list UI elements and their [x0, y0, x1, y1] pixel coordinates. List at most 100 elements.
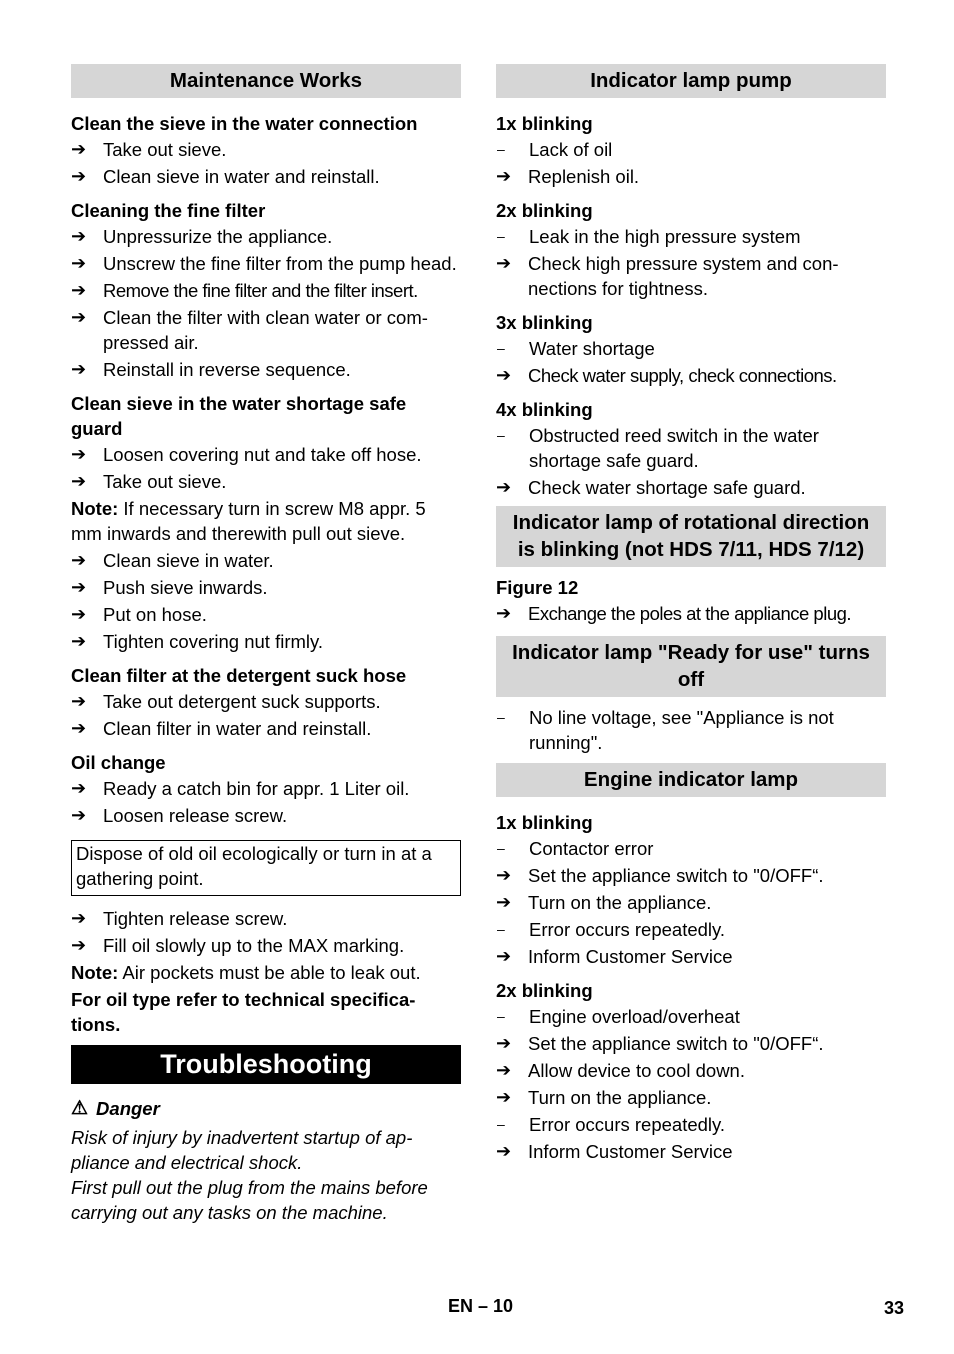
arrow-icon: ➔ — [496, 1141, 512, 1161]
list-item: ➔ Clean sieve in water. — [71, 550, 274, 571]
list-item: ➔ Reinstall in reverse sequence. — [71, 359, 351, 380]
list-item: ➔ Fill oil slowly up to the MAX marking. — [71, 935, 405, 956]
rotational-direction-header: Indicator lamp of rotational direction i… — [496, 506, 886, 567]
arrow-icon: ➔ — [496, 365, 512, 385]
arrow-icon: ➔ — [496, 253, 512, 273]
figure-label: Figure 12 — [496, 577, 579, 598]
list-item: ➔ Clean sieve in water and reinstall. — [71, 166, 380, 187]
blink-title: 2x blinking — [496, 200, 593, 221]
dash-icon: – — [497, 228, 505, 244]
blink-title: 2x blinking — [496, 980, 593, 1001]
cause-item: – Lack of oil — [497, 139, 613, 160]
section-title: Clean sieve in the water shortage safe g… — [71, 393, 407, 439]
arrow-icon: ➔ — [71, 471, 87, 491]
blink-title: 4x blinking — [496, 399, 593, 420]
dash-icon: – — [497, 840, 505, 856]
arrow-icon: ➔ — [496, 946, 512, 966]
section-title: Cleaning the fine filter — [71, 200, 266, 221]
arrow-icon: ➔ — [496, 865, 512, 885]
arrow-icon: ➔ — [71, 908, 87, 928]
arrow-icon: ➔ — [496, 477, 512, 497]
note: Note: If necessary turn in screw M8 appr… — [71, 498, 426, 544]
cause-item: – Water shortage — [497, 338, 655, 359]
ready-for-use-header: Indicator lamp "Ready for use" turns off — [496, 636, 886, 697]
blink-title: 3x blinking — [496, 312, 593, 333]
right-column: Indicator lamp pump 1x blinking – Lack of… — [496, 64, 886, 1166]
troubleshooting-header: Troubleshooting — [71, 1045, 461, 1084]
arrow-icon: ➔ — [71, 805, 87, 825]
arrow-icon: ➔ — [71, 139, 87, 159]
list-item: ➔ Loosen covering nut and take off hose. — [71, 444, 422, 465]
action-item: ➔ Inform Customer Service — [496, 1141, 733, 1162]
list-item: ➔ Push sieve inwards. — [71, 577, 268, 598]
arrow-icon: ➔ — [71, 604, 87, 624]
cause-item: – Contactor error — [497, 838, 654, 859]
action-item: ➔ Inform Customer Service — [496, 946, 733, 967]
arrow-icon: ➔ — [71, 550, 87, 570]
arrow-icon: ➔ — [496, 1060, 512, 1080]
dash-icon: – — [497, 340, 505, 356]
arrow-icon: ➔ — [71, 778, 87, 798]
action-item: ➔ Exchange the poles at the appliance plu… — [496, 603, 852, 624]
danger-title: ⚠ Danger — [71, 1098, 160, 1119]
list-item: ➔ Tighten covering nut firmly. — [71, 631, 324, 652]
action-item: ➔ Set the appliance switch to "0/OFF“. — [496, 1033, 824, 1054]
blink-title: 1x blinking — [496, 113, 593, 134]
arrow-icon: ➔ — [71, 226, 87, 246]
section-title: Clean the sieve in the water connection — [71, 113, 418, 134]
list-item: ➔ Take out detergent suck supports. — [71, 691, 381, 712]
list-item: ➔ Ready a catch bin for appr. 1 Liter oil… — [71, 778, 410, 799]
environment-note-box: Dispose of old oil ecologically or turn … — [71, 840, 461, 896]
dash-icon: – — [497, 1008, 505, 1024]
list-item: ➔ Unscrew the fine filter from the pump h… — [71, 253, 457, 274]
action-item: ➔ Check high pressure system and con-nect… — [496, 253, 839, 299]
arrow-icon: ➔ — [71, 444, 87, 464]
cause-item: – No line voltage, see "Appliance is not … — [497, 707, 834, 753]
indicator-lamp-pump-header: Indicator lamp pump — [496, 64, 886, 98]
action-item: ➔ Turn on the appliance. — [496, 1087, 712, 1108]
action-item: ➔ Turn on the appliance. — [496, 892, 712, 913]
cause-item: – Obstructed reed switch in the water sho… — [497, 425, 819, 471]
danger-text: First pull out the plug from the mains b… — [71, 1177, 428, 1223]
oil-type-note: For oil type refer to technical specific… — [71, 989, 416, 1035]
list-item: ➔ Clean the filter with clean water or co… — [71, 307, 428, 353]
list-item: ➔ Tighten release screw. — [71, 908, 288, 929]
arrow-icon: ➔ — [71, 577, 87, 597]
dash-icon: – — [497, 1116, 505, 1132]
action-item: ➔ Replenish oil. — [496, 166, 640, 187]
list-item: ➔ Take out sieve. — [71, 471, 227, 492]
action-item: ➔ Check water shortage safe guard. — [496, 477, 806, 498]
list-item: ➔ Clean filter in water and reinstall. — [71, 718, 372, 739]
footer-section-label: EN – 10 — [448, 1296, 514, 1316]
left-column: Maintenance Works Clean the sieve in the… — [71, 64, 461, 1225]
maintenance-works-header: Maintenance Works — [71, 64, 461, 98]
section-title: Oil change — [71, 752, 166, 773]
list-item: ➔ Unpressurize the appliance. — [71, 226, 333, 247]
blink-title: 1x blinking — [496, 812, 593, 833]
dash-icon: – — [497, 427, 505, 443]
list-item: ➔ Remove the fine filter and the filter i… — [71, 280, 418, 301]
arrow-icon: ➔ — [71, 359, 87, 379]
cause-item: – Engine overload/overheat — [497, 1006, 740, 1027]
arrow-icon: ➔ — [71, 166, 87, 186]
action-item: ➔ Check water supply, check connections. — [496, 365, 837, 386]
danger-text: Risk of injury by inadvertent startup of… — [71, 1127, 413, 1173]
dash-icon: – — [497, 921, 505, 937]
action-item: ➔ Allow device to cool down. — [496, 1060, 745, 1081]
arrow-icon: ➔ — [496, 166, 512, 186]
arrow-icon: ➔ — [71, 631, 87, 651]
list-item: ➔ Put on hose. — [71, 604, 207, 625]
arrow-icon: ➔ — [71, 280, 87, 300]
arrow-icon: ➔ — [71, 935, 87, 955]
arrow-icon: ➔ — [496, 892, 512, 912]
cause-item: – Error occurs repeatedly. — [497, 1114, 726, 1135]
cause-item: – Error occurs repeatedly. — [497, 919, 726, 940]
arrow-icon: ➔ — [496, 1087, 512, 1107]
arrow-icon: ➔ — [71, 253, 87, 273]
note: Note: Air pockets must be able to leak o… — [71, 962, 421, 983]
page-number: 33 — [884, 1298, 905, 1318]
dash-icon: – — [497, 141, 505, 157]
arrow-icon: ➔ — [71, 718, 87, 738]
warning-triangle-icon: ⚠ — [71, 1098, 89, 1119]
arrow-icon: ➔ — [71, 691, 87, 711]
